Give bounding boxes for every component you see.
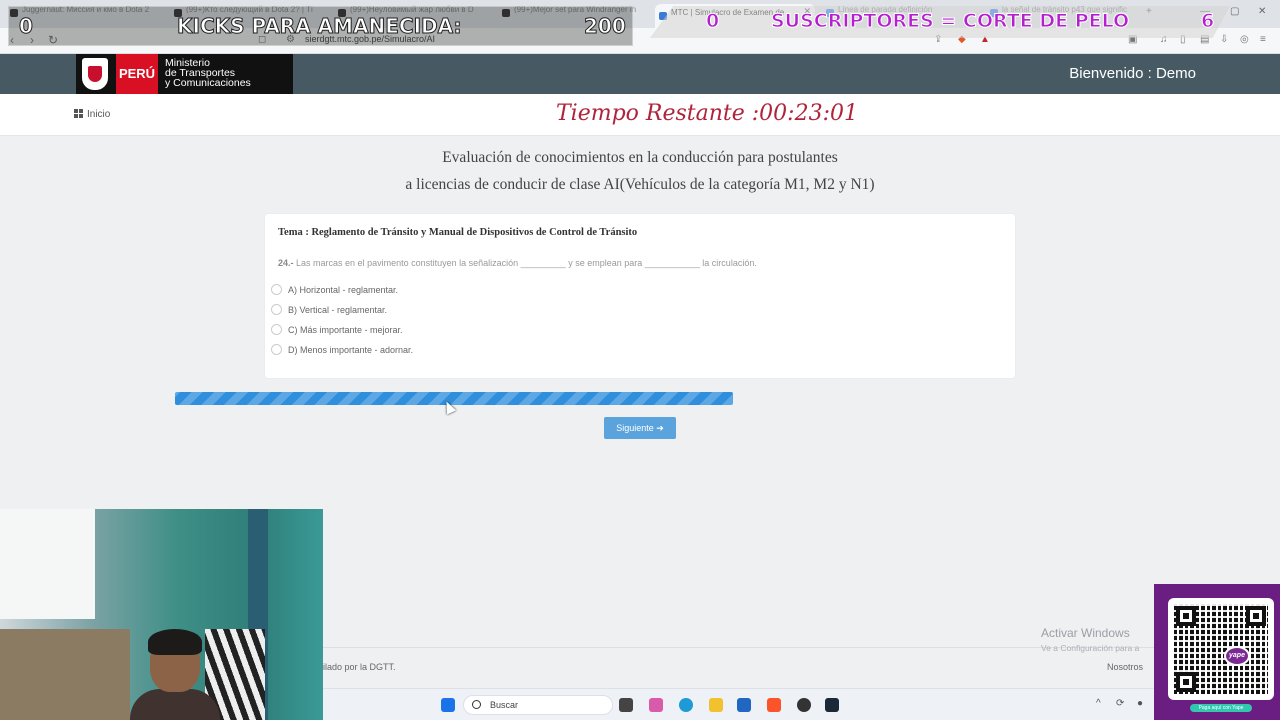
radio-button[interactable] bbox=[271, 304, 282, 315]
webcam-person-hair bbox=[148, 629, 202, 655]
subs-label: SUSCRIPTORES = CORTE DE PELO bbox=[770, 10, 1130, 33]
ministry-name: Ministerio de Transportes y Comunicacion… bbox=[165, 58, 251, 89]
brave-icon[interactable] bbox=[767, 698, 781, 712]
site-header: PERÚ Ministerio de Transportes y Comunic… bbox=[0, 54, 1280, 94]
footer-about-link[interactable]: Nosotros bbox=[1107, 662, 1143, 672]
radio-button[interactable] bbox=[271, 284, 282, 295]
option-label: D) Menos importante - adornar. bbox=[288, 345, 414, 355]
footer-credit: ilado por la DGTT. bbox=[323, 662, 396, 672]
menu-icon[interactable]: ≡ bbox=[1260, 34, 1266, 45]
ministry-logo[interactable]: PERÚ Ministerio de Transportes y Comunic… bbox=[76, 54, 293, 94]
obs-icon[interactable] bbox=[797, 698, 811, 712]
tray-sync-icon[interactable]: ⟳ bbox=[1116, 698, 1124, 709]
qr-caption: Paga aquí con Yape bbox=[1190, 704, 1252, 712]
dashboard-icon bbox=[74, 109, 83, 118]
exam-title-line2: a licencias de conducir de clase AI(Vehí… bbox=[405, 176, 875, 193]
maximize-icon[interactable]: ▢ bbox=[1230, 6, 1239, 17]
option-label: C) Más importante - mejorar. bbox=[288, 325, 403, 335]
home-link[interactable]: Inicio bbox=[74, 109, 110, 120]
windows-start-icon[interactable] bbox=[441, 698, 455, 712]
taskbar-search[interactable]: Buscar bbox=[463, 695, 613, 715]
welcome-text: Bienvenido : Demo bbox=[1069, 65, 1196, 82]
task-view-icon[interactable] bbox=[619, 698, 633, 712]
answer-option-b[interactable]: B) Vertical - reglamentar. bbox=[271, 304, 387, 318]
answer-option-c[interactable]: C) Más importante - mejorar. bbox=[271, 324, 403, 338]
tray-mic-icon[interactable]: ● bbox=[1137, 698, 1143, 709]
answer-option-a[interactable]: A) Horizontal - reglamentar. bbox=[271, 284, 398, 298]
kicks-label: KICKS PARA AMANECIDA: bbox=[176, 14, 462, 39]
webcam-person-body bbox=[130, 689, 220, 720]
steam-icon[interactable] bbox=[825, 698, 839, 712]
subs-goal: 6 bbox=[1200, 10, 1215, 33]
webcam-person bbox=[130, 629, 220, 720]
file-explorer-icon[interactable] bbox=[709, 698, 723, 712]
kicks-goal: 200 bbox=[584, 14, 627, 39]
downloads-icon[interactable]: ⇩ bbox=[1220, 34, 1228, 45]
vpn-icon[interactable]: ◎ bbox=[1240, 34, 1249, 45]
qr-finder bbox=[1176, 606, 1196, 626]
close-window-icon[interactable]: ✕ bbox=[1258, 6, 1266, 17]
radio-button[interactable] bbox=[271, 324, 282, 335]
copilot-icon[interactable] bbox=[649, 698, 663, 712]
question-body: Las marcas en el pavimento constituyen l… bbox=[296, 258, 757, 268]
answer-option-d[interactable]: D) Menos importante - adornar. bbox=[271, 344, 413, 358]
yape-logo: yape bbox=[1224, 646, 1250, 666]
coat-of-arms-icon bbox=[82, 58, 108, 90]
question-topic: Tema : Reglamento de Tránsito y Manual d… bbox=[278, 227, 638, 238]
qr-finder bbox=[1176, 672, 1196, 692]
webcam-window-light bbox=[0, 509, 95, 619]
activate-windows-title: Activar Windows bbox=[1041, 626, 1130, 640]
edge-icon[interactable] bbox=[679, 698, 693, 712]
kicks-count: 0 bbox=[19, 14, 34, 39]
tray-chevron-icon[interactable]: ^ bbox=[1096, 698, 1101, 709]
next-button[interactable]: Siguiente ➔ bbox=[604, 417, 676, 439]
activate-windows-subtitle: Ve a Configuración para a bbox=[1041, 643, 1140, 653]
search-label: Buscar bbox=[490, 700, 519, 710]
ministry-line: y Comunicaciones bbox=[165, 77, 251, 89]
progress-bar bbox=[175, 392, 733, 405]
qr-finder bbox=[1246, 606, 1266, 626]
store-icon[interactable] bbox=[737, 698, 751, 712]
question-number: 24.- bbox=[278, 258, 294, 268]
yape-qr-overlay: yape Paga aquí con Yape bbox=[1154, 584, 1280, 720]
home-label: Inicio bbox=[87, 109, 111, 120]
subs-count: 0 bbox=[705, 10, 720, 33]
webcam-feed bbox=[0, 509, 323, 720]
qr-code: yape bbox=[1168, 598, 1274, 700]
webcam-bed bbox=[0, 629, 130, 720]
kicks-overlay: 0 KICKS PARA AMANECIDA: 200 bbox=[8, 6, 633, 46]
option-label: A) Horizontal - reglamentar. bbox=[288, 285, 399, 295]
radio-button[interactable] bbox=[271, 344, 282, 355]
search-icon bbox=[472, 700, 481, 709]
question-card: Tema : Reglamento de Tránsito y Manual d… bbox=[265, 214, 1015, 378]
option-label: B) Vertical - reglamentar. bbox=[288, 305, 388, 315]
windows-taskbar: Buscar ^ ⟳ ● bbox=[323, 688, 1154, 720]
question-text: 24.- Las marcas en el pavimento constitu… bbox=[278, 258, 757, 268]
time-remaining: Tiempo Restante :00:23:01 bbox=[556, 101, 858, 126]
exam-title-line1: Evaluación de conocimientos en la conduc… bbox=[442, 149, 838, 166]
subheader: Inicio Tiempo Restante :00:23:01 bbox=[0, 94, 1280, 136]
peru-label: PERÚ bbox=[116, 54, 158, 94]
